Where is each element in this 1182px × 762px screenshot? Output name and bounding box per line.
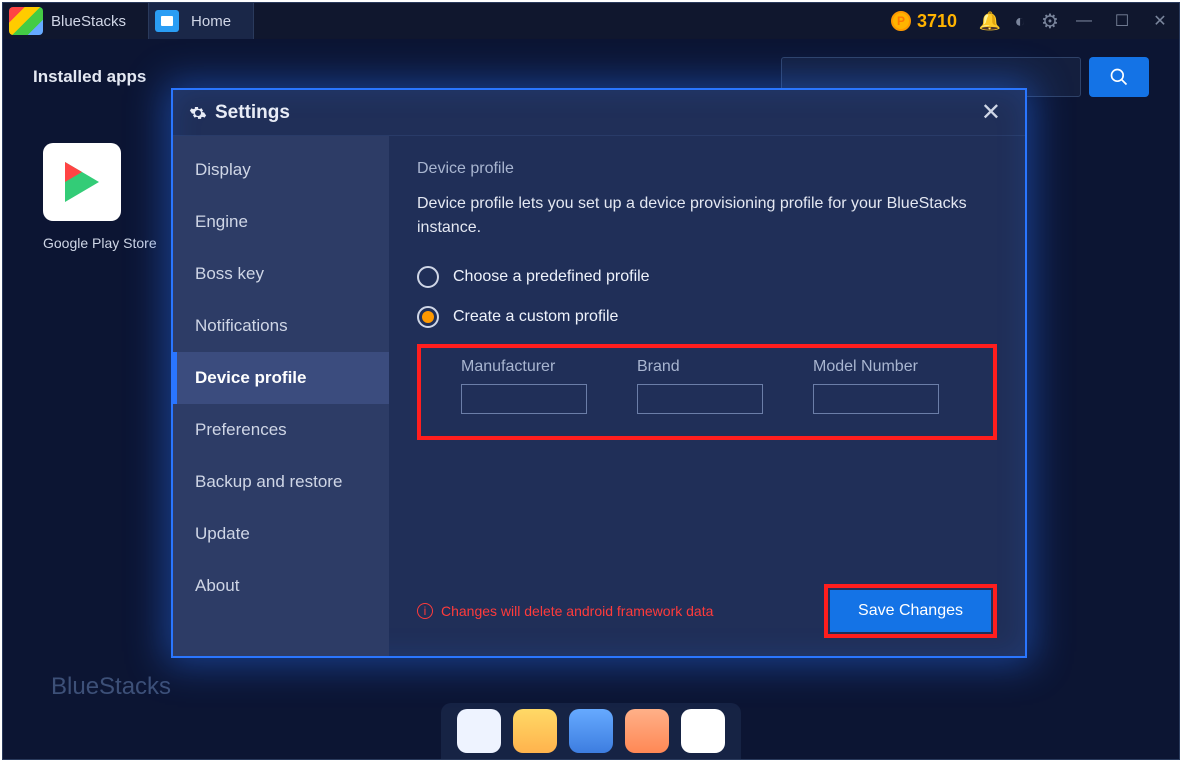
modal-content: Device profile Device profile lets you s… [389,136,1025,656]
field-manufacturer: Manufacturer [461,358,587,414]
dock-app-2[interactable] [513,709,557,753]
save-highlight: Save Changes [824,584,997,638]
sidebar-item-label: Preferences [195,420,287,439]
close-window-button[interactable]: ✕ [1141,11,1179,31]
sidebar-item-label: About [195,576,239,595]
field-model: Model Number [813,358,939,414]
bluestacks-logo-icon [9,7,43,35]
tab-home-label: Home [191,13,231,30]
custom-profile-fields: Manufacturer Brand Model Number [417,344,997,440]
dock-app-5[interactable] [681,709,725,753]
settings-gear-icon[interactable]: ⚙ [1035,9,1065,34]
settings-modal: Settings ✕ Display Engine Boss key Notif… [171,88,1027,658]
installed-apps-label: Installed apps [33,67,146,87]
field-brand: Brand [637,358,763,414]
sidebar-item-notifications[interactable]: Notifications [173,300,389,352]
play-store-icon[interactable] [43,143,121,221]
points-value: 3710 [917,11,957,32]
minimize-button[interactable]: — [1065,12,1103,30]
titlebar: BlueStacks Home P 3710 🔔 ◐ ⚙ — ☐ ✕ [3,3,1179,39]
sidebar-item-device-profile[interactable]: Device profile [173,352,389,404]
tab-home[interactable]: Home [148,3,254,39]
modal-close-button[interactable]: ✕ [973,94,1009,131]
modal-body: Display Engine Boss key Notifications De… [173,136,1025,656]
modal-footer: i Changes will delete android framework … [417,584,997,638]
radio-custom[interactable] [417,306,439,328]
footer-brand: BlueStacks [51,673,171,701]
gear-icon [189,104,207,122]
manufacturer-input[interactable] [461,384,587,414]
dock-app-3[interactable] [569,709,613,753]
modal-sidebar: Display Engine Boss key Notifications De… [173,136,389,656]
dock-app-4[interactable] [625,709,669,753]
sidebar-item-display[interactable]: Display [173,144,389,196]
radio-custom-label: Create a custom profile [453,308,618,326]
brand-label: Brand [637,358,763,376]
modal-title: Settings [215,102,290,124]
content-heading: Device profile [417,160,997,178]
radio-predefined-row[interactable]: Choose a predefined profile [417,266,997,288]
info-icon: i [417,603,433,619]
app-name: BlueStacks [51,13,126,30]
dock-app-1[interactable] [457,709,501,753]
maximize-button[interactable]: ☐ [1103,11,1141,31]
sidebar-item-update[interactable]: Update [173,508,389,560]
coin-icon: P [891,11,911,31]
content-description: Device profile lets you set up a device … [417,192,997,240]
sidebar-item-boss-key[interactable]: Boss key [173,248,389,300]
sidebar-item-backup-restore[interactable]: Backup and restore [173,456,389,508]
radio-dot-icon [422,311,434,323]
radio-predefined-label: Choose a predefined profile [453,268,650,286]
home-app-icon [155,10,179,32]
sidebar-item-engine[interactable]: Engine [173,196,389,248]
search-button[interactable] [1089,57,1149,97]
modal-header: Settings ✕ [173,90,1025,136]
sidebar-item-label: Display [195,160,251,179]
play-store-label: Google Play Store [43,235,157,251]
model-label: Model Number [813,358,939,376]
sidebar-item-label: Device profile [195,368,307,387]
model-input[interactable] [813,384,939,414]
sidebar-item-label: Boss key [195,264,264,283]
warning-text: Changes will delete android framework da… [441,603,713,619]
save-changes-button[interactable]: Save Changes [830,590,991,632]
manufacturer-label: Manufacturer [461,358,587,376]
radio-custom-row[interactable]: Create a custom profile [417,306,997,328]
sidebar-item-preferences[interactable]: Preferences [173,404,389,456]
play-triangle-icon [65,162,99,202]
dock [441,703,741,759]
sidebar-item-label: Update [195,524,250,543]
brand-input[interactable] [637,384,763,414]
account-icon[interactable]: ◐ [1005,11,1035,32]
app-window: BlueStacks Home P 3710 🔔 ◐ ⚙ — ☐ ✕ Insta… [2,2,1180,760]
apps-area: Google Play Store [43,143,157,251]
search-icon [1109,67,1129,87]
sidebar-item-label: Backup and restore [195,472,342,491]
sidebar-item-label: Notifications [195,316,288,335]
sidebar-item-about[interactable]: About [173,560,389,612]
notifications-icon[interactable]: 🔔 [975,11,1005,32]
radio-predefined[interactable] [417,266,439,288]
sidebar-item-label: Engine [195,212,248,231]
